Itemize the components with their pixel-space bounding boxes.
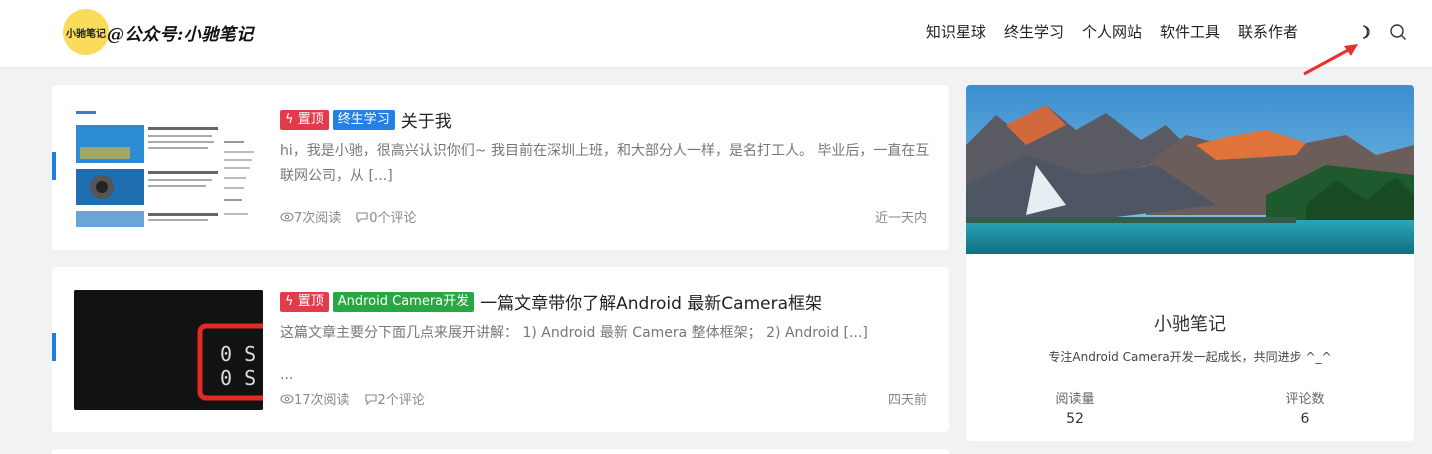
read-count: 17次阅读 (294, 393, 350, 408)
pinned-badge-label: 置顶 (297, 111, 324, 127)
post-card[interactable]: 0 S 0 S ϟ 置顶 Android Camera开发 一篇文章带你了解An… (52, 267, 949, 432)
nav-item-knowledge-planet[interactable]: 知识星球 (926, 21, 986, 42)
read-count: 7次阅读 (294, 211, 342, 226)
thumbnail-text-line: 0 S (220, 342, 257, 366)
stat-comments: 评论数 6 (1255, 388, 1355, 427)
logo-text: @公众号:小驰笔记 (107, 24, 254, 45)
stat-label: 评论数 (1285, 392, 1325, 407)
post-accent-bar (52, 333, 56, 361)
stat-label: 阅读量 (1055, 392, 1095, 407)
author-profile-card: 小驰笔记 专注Android Camera开发一起成长，共同进步 ^_^ 阅读量… (966, 85, 1414, 441)
post-thumbnail[interactable] (74, 107, 263, 227)
stat-value: 6 (1300, 411, 1310, 427)
search-icon[interactable] (1389, 23, 1407, 41)
pinned-badge[interactable]: ϟ 置顶 (280, 291, 329, 312)
stat-value: 52 (1066, 411, 1084, 427)
site-header: 小驰笔记 @公众号:小驰笔记 知识星球 终生学习 个人网站 软件工具 联系作者 (0, 0, 1432, 67)
post-excerpt: 这篇文章主要分下面几点来展开讲解： 1) Android 最新 Camera 整… (280, 325, 868, 341)
nav-item-personal-site[interactable]: 个人网站 (1082, 21, 1142, 42)
site-logo[interactable]: 小驰笔记 @公众号:小驰笔记 (63, 9, 254, 55)
category-badge[interactable]: Android Camera开发 (332, 291, 475, 312)
post-date: 四天前 (887, 393, 927, 408)
post-title[interactable]: 一篇文章带你了解Android 最新Camera框架 (480, 289, 822, 314)
stat-reads: 阅读量 52 (1025, 388, 1125, 427)
author-description: 专注Android Camera开发一起成长，共同进步 ^_^ (1048, 350, 1332, 364)
post-card[interactable]: ϟ 置顶 终生学习 关于我 hi，我是小驰，很高兴认识你们~ 我目前在深圳上班，… (52, 85, 949, 250)
post-title-row: ϟ 置顶 Android Camera开发 一篇文章带你了解Android 最新… (280, 289, 822, 314)
post-excerpt: hi，我是小驰，很高兴认识你们~ 我目前在深圳上班，和大部分人一样，是名打工人。… (280, 143, 930, 184)
annotation-arrow-icon (1303, 44, 1358, 76)
post-title[interactable]: 关于我 (401, 107, 452, 132)
profile-cover-image (966, 85, 1414, 254)
post-meta: 7次阅读 0个评论 (280, 207, 417, 226)
main-nav: 知识星球 终生学习 个人网站 软件工具 联系作者 (908, 21, 1298, 42)
eye-icon (280, 393, 294, 404)
logo-badge: 小驰笔记 (63, 9, 109, 55)
comment-count[interactable]: 2个评论 (378, 389, 425, 408)
comment-icon (356, 211, 368, 223)
post-date: 近一天内 (874, 211, 927, 226)
post-card[interactable] (52, 449, 949, 454)
author-name: 小驰笔记 (1154, 314, 1226, 335)
comment-count[interactable]: 0个评论 (369, 207, 416, 226)
post-meta: 17次阅读 2个评论 (280, 389, 425, 408)
thumbnail-text: 0 S 0 S (220, 342, 256, 390)
post-excerpt-more: ... (280, 367, 294, 383)
eye-icon (280, 211, 294, 222)
pinned-badge-label: 置顶 (297, 293, 324, 309)
comment-icon (364, 393, 377, 405)
post-accent-bar (52, 152, 56, 180)
nav-item-software-tools[interactable]: 软件工具 (1160, 21, 1220, 42)
category-badge[interactable]: 终生学习 (332, 109, 395, 130)
thumbnail-text-line: 0 S (220, 366, 257, 390)
pinned-badge[interactable]: ϟ 置顶 (280, 109, 329, 130)
nav-item-lifelong-learning[interactable]: 终生学习 (1004, 21, 1064, 42)
thumbnail-image (74, 107, 263, 227)
nav-item-contact-author[interactable]: 联系作者 (1238, 21, 1298, 42)
post-thumbnail[interactable]: 0 S 0 S (74, 290, 263, 410)
post-title-row: ϟ 置顶 终生学习 关于我 (280, 107, 452, 132)
